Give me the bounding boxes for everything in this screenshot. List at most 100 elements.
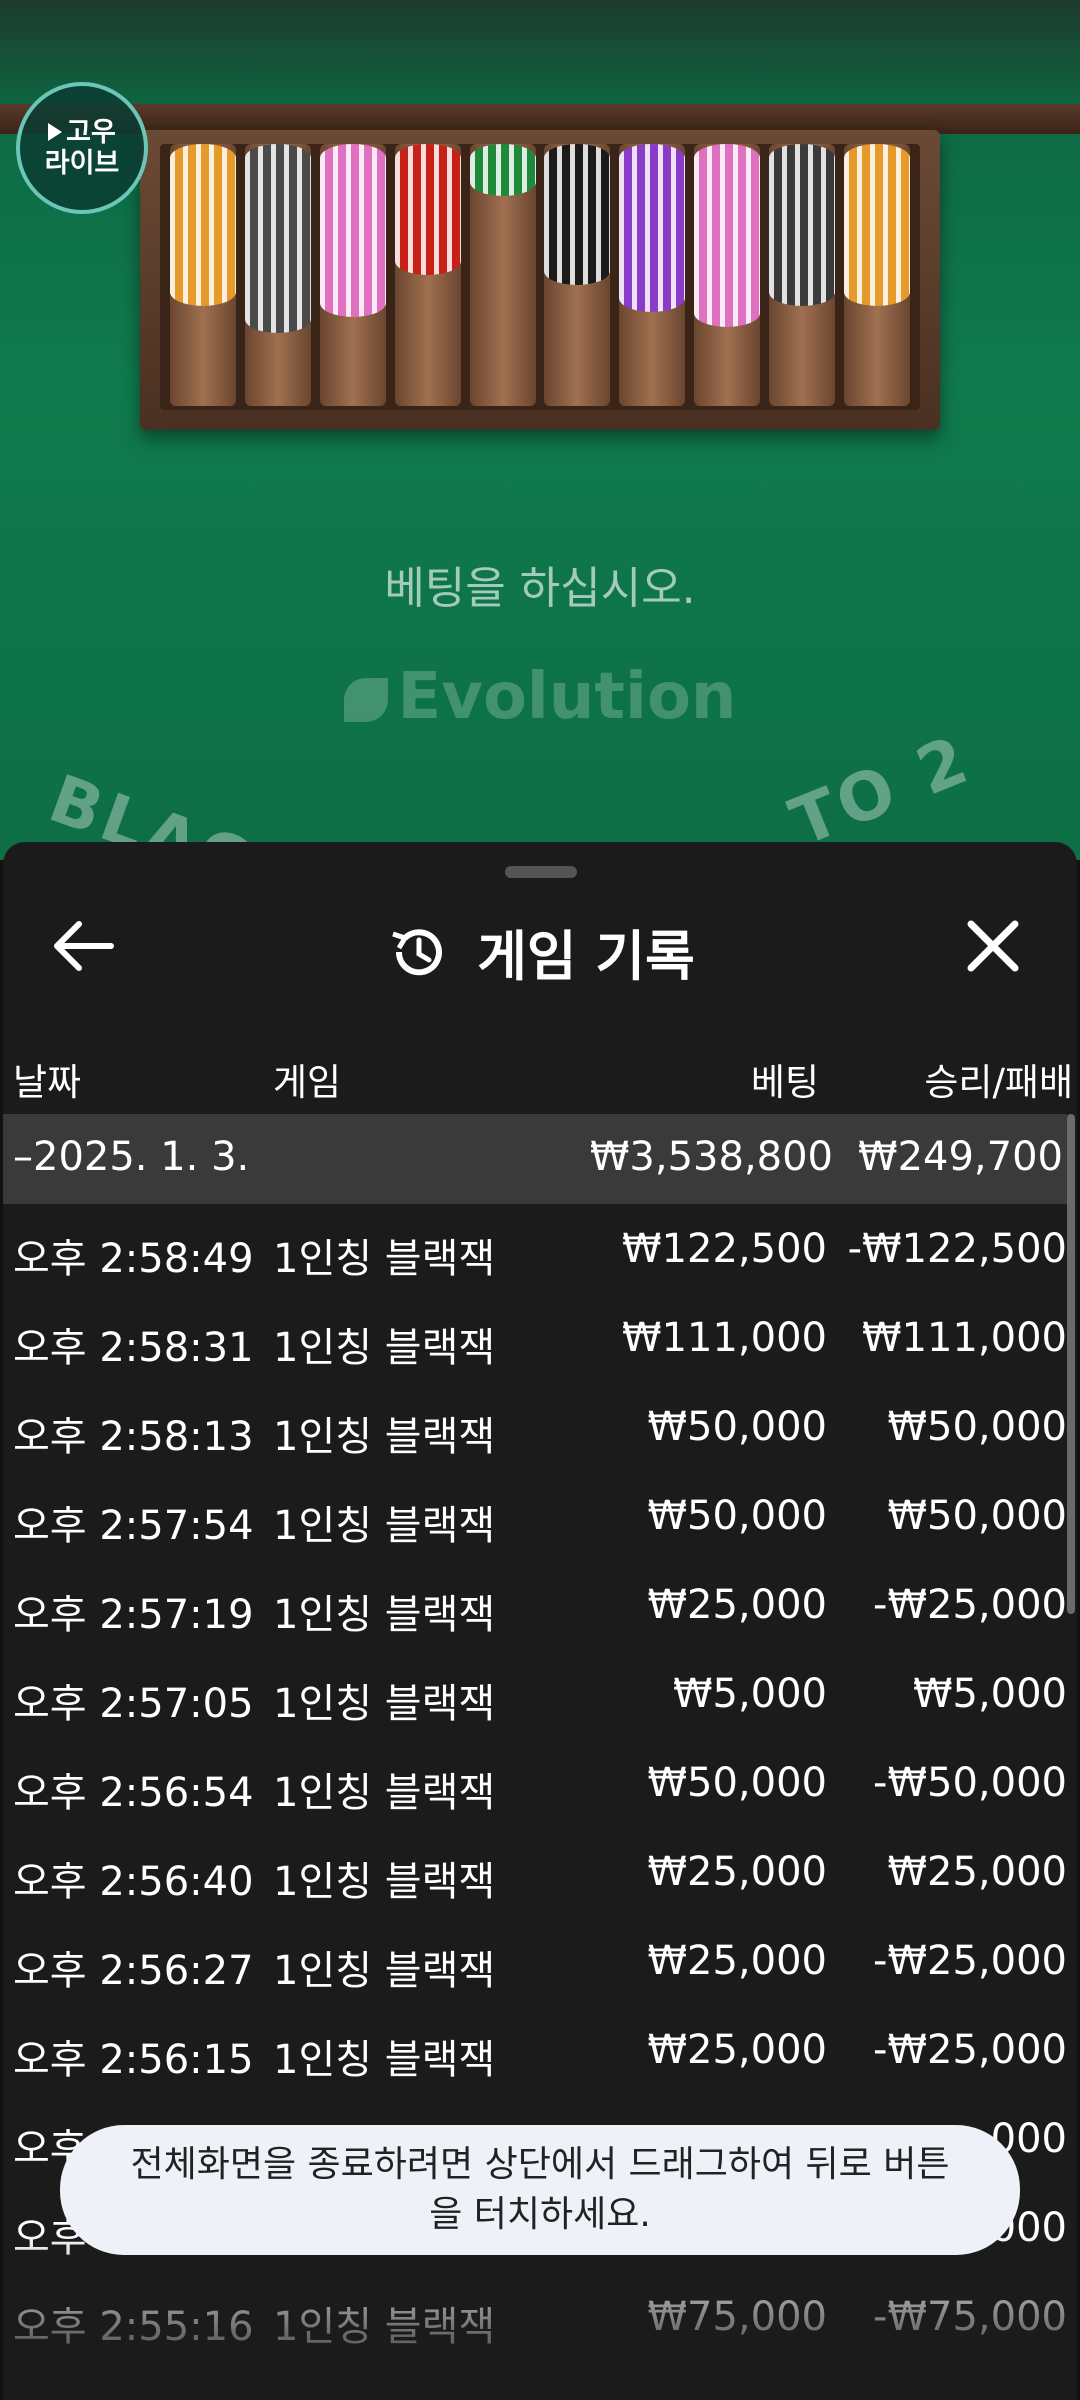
close-button[interactable] — [961, 914, 1025, 978]
place-bets-message: 베팅을 하십시오. — [384, 563, 696, 614]
row-win-loss: ₩111,000 — [862, 1315, 1067, 1361]
row-win-loss: ₩25,000 — [887, 1849, 1067, 1895]
row-time: 오후 2:57:54 — [13, 1503, 254, 1549]
row-game: 1인칭 블랙잭 — [273, 1236, 496, 1282]
row-game: 1인칭 블랙잭 — [273, 1503, 496, 1549]
row-win-loss: -₩50,000 — [873, 1760, 1067, 1806]
table-row[interactable]: 오후 2:56:27 1인칭 블랙잭 ₩25,000 -₩25,000 — [3, 1922, 1067, 2011]
row-win-loss: -₩122,500 — [847, 1226, 1067, 1272]
chip-stack — [469, 144, 536, 197]
col-win-loss: 승리/패배 — [924, 1061, 1073, 1104]
chip-column — [768, 144, 835, 406]
chip-stack — [768, 144, 835, 307]
row-win-loss: -₩25,000 — [873, 1582, 1067, 1628]
table-row[interactable]: 오후 2:57:19 1인칭 블랙잭 ₩25,000 -₩25,000 — [3, 1566, 1067, 1655]
row-bet: ₩25,000 — [647, 1938, 827, 1984]
sheet-title: 게임 기록 — [3, 912, 1077, 991]
chip-tray-inner — [160, 144, 920, 410]
row-game: 1인칭 블랙잭 — [273, 1948, 496, 1994]
summary-bet: ₩3,538,800 — [589, 1134, 833, 1180]
fullscreen-exit-toast: 전체화면을 종료하려면 상단에서 드래그하여 뒤로 버튼을 터치하세요. — [60, 2125, 1020, 2255]
col-game: 게임 — [273, 1061, 342, 1104]
row-time: 오후 2:58:49 — [13, 1236, 254, 1282]
chip-stack — [319, 144, 386, 317]
row-game: 1인칭 블랙잭 — [273, 1414, 496, 1460]
drag-handle[interactable] — [505, 866, 577, 878]
chip-column — [619, 144, 686, 406]
row-bet: ₩50,000 — [647, 1760, 827, 1806]
logo-line1: 고우 — [66, 116, 116, 148]
chip-stack — [170, 144, 237, 307]
close-icon — [967, 920, 1019, 972]
table-row[interactable]: 오후 2:58:49 1인칭 블랙잭 ₩122,500 -₩122,500 — [3, 1210, 1067, 1299]
row-game: 1인칭 블랙잭 — [273, 1592, 496, 1638]
toast-message: 전체화면을 종료하려면 상단에서 드래그하여 뒤로 버튼을 터치하세요. — [130, 2143, 950, 2235]
evolution-mark-icon — [343, 678, 388, 722]
row-bet: ₩25,000 — [647, 2027, 827, 2073]
row-win-loss: ₩50,000 — [887, 1404, 1067, 1450]
chip-column — [319, 144, 386, 406]
chip-column — [693, 144, 760, 406]
row-time: 오후 2:56:27 — [13, 1948, 254, 1994]
list-fade-overlay — [3, 2232, 1077, 2400]
chip-column — [469, 144, 536, 406]
play-icon — [48, 123, 63, 142]
sheet-header: 게임 기록 — [3, 890, 1077, 1000]
row-game: 1인칭 블랙잭 — [273, 1859, 496, 1905]
row-time: 오후 2:57:05 — [13, 1681, 254, 1727]
gowoo-live-logo: 고우 라이브 — [16, 82, 148, 214]
scrollbar[interactable] — [1067, 1114, 1075, 1614]
chip-column — [394, 144, 461, 406]
table-row[interactable]: 오후 2:57:05 1인칭 블랙잭 ₩5,000 ₩5,000 — [3, 1655, 1067, 1744]
row-time: 오후 2:56:54 — [13, 1770, 254, 1816]
chip-stack — [693, 144, 760, 328]
row-bet: ₩5,000 — [672, 1671, 827, 1717]
chip-stack — [619, 144, 686, 312]
row-game: 1인칭 블랙잭 — [273, 1681, 496, 1727]
chip-column — [544, 144, 611, 406]
chip-stack — [245, 144, 312, 333]
row-time: 오후 2:56:40 — [13, 1859, 254, 1905]
table-header: 날짜 게임 베팅 승리/패배 — [3, 1032, 1077, 1112]
row-time: 오후 2:58:31 — [13, 1325, 254, 1371]
row-time: 오후 2:57:19 — [13, 1592, 254, 1638]
history-icon — [392, 928, 443, 975]
row-game: 1인칭 블랙잭 — [273, 1325, 496, 1371]
table-row[interactable]: 오후 2:58:31 1인칭 블랙잭 ₩111,000 ₩111,000 — [3, 1299, 1067, 1388]
row-bet: ₩122,500 — [622, 1226, 827, 1272]
table-row[interactable]: 오후 2:56:54 1인칭 블랙잭 ₩50,000 -₩50,000 — [3, 1744, 1067, 1833]
row-game: 1인칭 블랙잭 — [273, 2037, 496, 2083]
row-win-loss: ₩5,000 — [912, 1671, 1067, 1717]
col-date: 날짜 — [13, 1061, 82, 1104]
summary-win-loss: ₩249,700 — [858, 1134, 1063, 1180]
row-win-loss: -₩25,000 — [873, 1938, 1067, 1984]
table-row[interactable]: 오후 2:58:13 1인칭 블랙잭 ₩50,000 ₩50,000 — [3, 1388, 1067, 1477]
chip-stack — [843, 144, 910, 307]
page-title: 게임 기록 — [477, 925, 695, 988]
table-arc-text-right: TO 2 — [780, 720, 982, 860]
row-bet: ₩50,000 — [647, 1493, 827, 1539]
chip-column — [843, 144, 910, 406]
col-bet: 베팅 — [750, 1061, 819, 1104]
row-win-loss: ₩50,000 — [887, 1493, 1067, 1539]
chip-stack — [394, 144, 461, 275]
logo-line2: 라이브 — [44, 148, 120, 179]
chip-column — [245, 144, 312, 406]
table-row[interactable]: 오후 2:56:40 1인칭 블랙잭 ₩25,000 ₩25,000 — [3, 1833, 1067, 1922]
date-summary-row[interactable]: –2025. 1. 3. ₩3,538,800 ₩249,700 — [3, 1114, 1067, 1204]
evolution-logo: Evolution — [0, 660, 1080, 734]
row-time: 오후 2:58:13 — [13, 1414, 254, 1460]
chip-tray — [140, 130, 940, 430]
table-row[interactable]: 오후 2:56:15 1인칭 블랙잭 ₩25,000 -₩25,000 — [3, 2011, 1067, 2100]
game-table-background: 고우 라이브 베팅을 하십시오. Evolution BLAC TO 2 — [0, 0, 1080, 860]
row-time: 오후 2:56:15 — [13, 2037, 254, 2083]
row-win-loss: -₩25,000 — [873, 2027, 1067, 2073]
provider-name: Evolution — [397, 660, 737, 734]
table-row[interactable]: 오후 2:57:54 1인칭 블랙잭 ₩50,000 ₩50,000 — [3, 1477, 1067, 1566]
chip-stack — [544, 144, 611, 286]
summary-date: –2025. 1. 3. — [13, 1134, 250, 1180]
row-bet: ₩50,000 — [647, 1404, 827, 1450]
chip-column — [170, 144, 237, 406]
row-bet: ₩111,000 — [622, 1315, 827, 1361]
row-bet: ₩25,000 — [647, 1582, 827, 1628]
